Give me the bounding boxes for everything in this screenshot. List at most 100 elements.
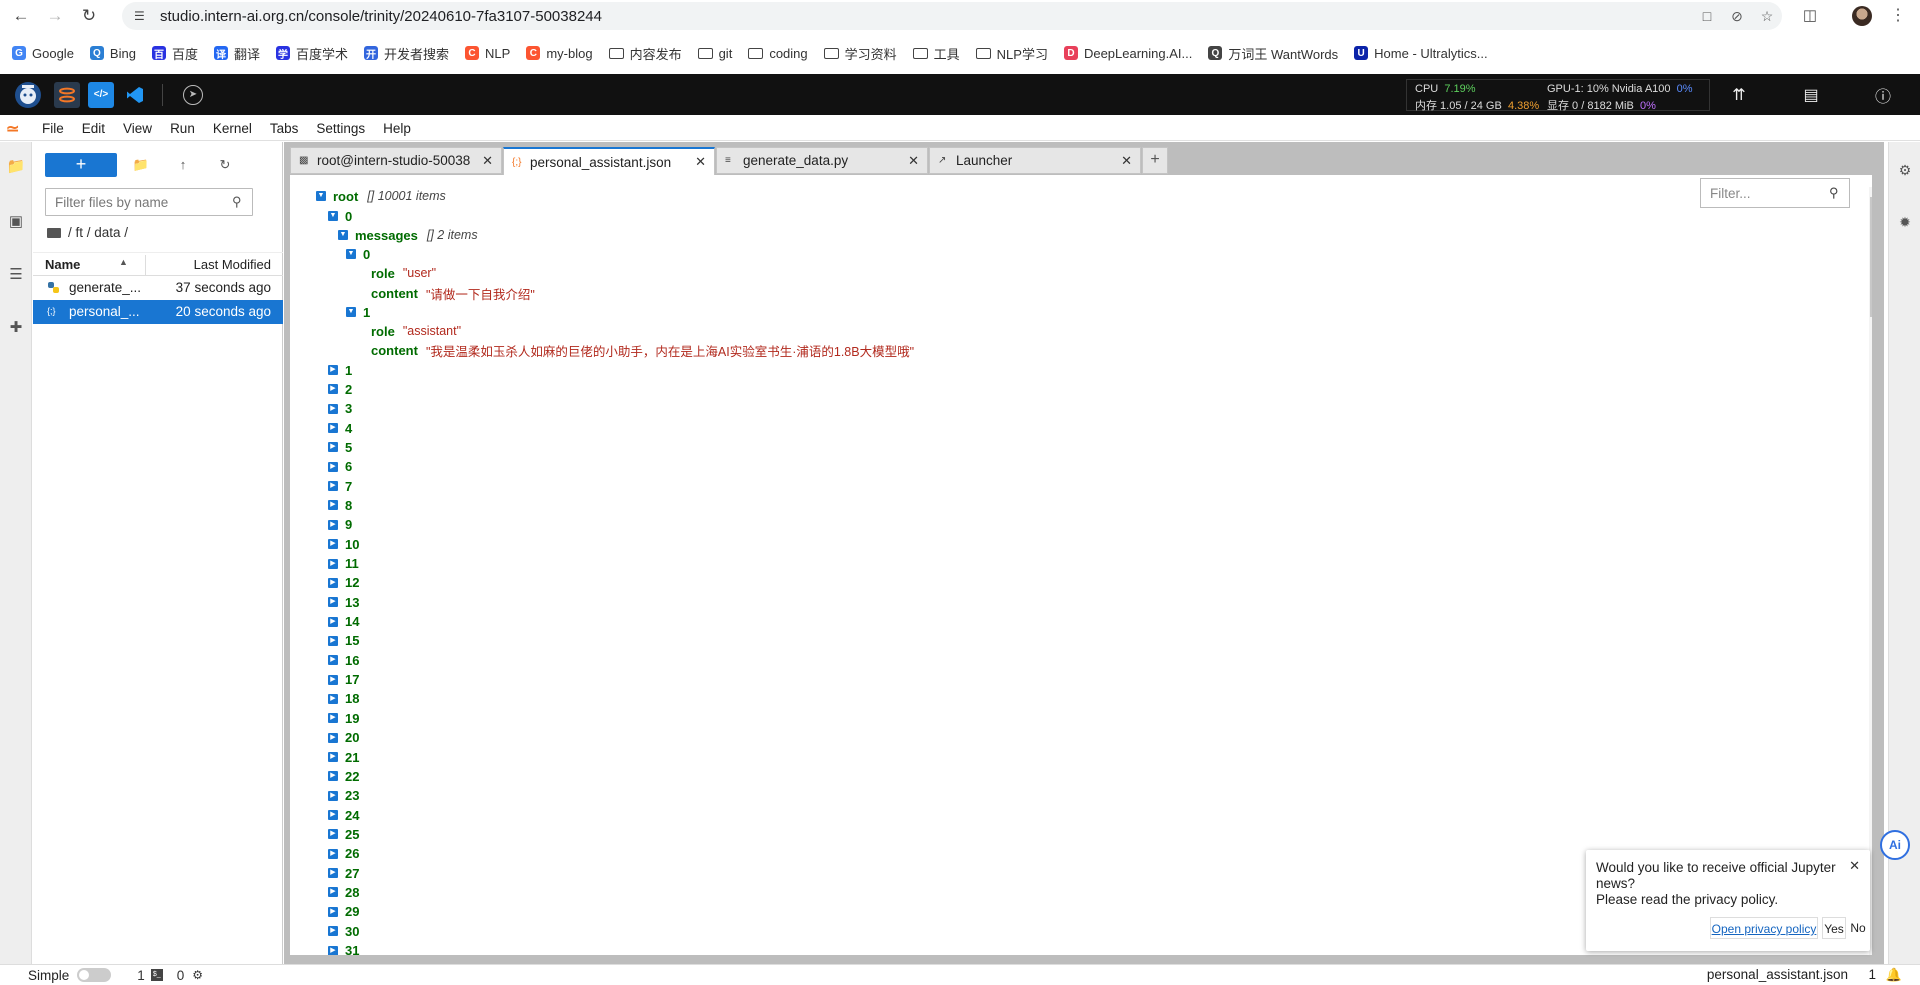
json-node-collapsed-item[interactable]: ▶ 14 bbox=[328, 613, 359, 631]
expand-toggle-icon[interactable]: ▶ bbox=[328, 500, 338, 511]
menu-edit[interactable]: Edit bbox=[82, 121, 105, 136]
json-node-collapsed-item[interactable]: ▶ 16 bbox=[328, 651, 359, 669]
monitor-chart-icon[interactable]: ▤ bbox=[1798, 82, 1824, 108]
expand-toggle-icon[interactable]: ▶ bbox=[328, 519, 338, 530]
expand-toggle-icon[interactable]: ▶ bbox=[328, 848, 338, 859]
file-row-generate[interactable]: generate_... 37 seconds ago bbox=[33, 276, 283, 300]
close-icon[interactable]: ✕ bbox=[1849, 858, 1860, 874]
bookmark-item[interactable]: U Home - Ultralytics... bbox=[1354, 46, 1488, 61]
simple-mode-toggle[interactable] bbox=[77, 968, 112, 982]
expand-toggle-icon[interactable]: ▶ bbox=[328, 752, 338, 762]
intern-studio-logo[interactable] bbox=[10, 78, 46, 112]
code-editor-app-icon[interactable]: </> bbox=[88, 81, 114, 108]
expand-toggle-icon[interactable]: ▶ bbox=[328, 655, 338, 666]
menu-kernel[interactable]: Kernel bbox=[213, 121, 252, 136]
expand-toggle-icon[interactable]: ▼ bbox=[346, 307, 356, 317]
close-icon[interactable]: ✕ bbox=[1121, 153, 1132, 169]
menu-run[interactable]: Run bbox=[170, 121, 195, 136]
bookmark-item[interactable]: 译翻译 bbox=[213, 44, 260, 63]
json-node-collapsed-item[interactable]: ▶ 22 bbox=[328, 767, 359, 785]
close-icon[interactable]: ✕ bbox=[695, 154, 706, 170]
expand-toggle-icon[interactable]: ▶ bbox=[328, 926, 338, 937]
bookmark-item[interactable]: coding bbox=[748, 46, 808, 61]
expand-toggle-icon[interactable]: ▶ bbox=[328, 423, 338, 434]
expand-toggle-icon[interactable]: ▶ bbox=[328, 403, 338, 414]
expand-toggle-icon[interactable]: ▶ bbox=[328, 597, 338, 608]
expand-toggle-icon[interactable]: ▶ bbox=[328, 674, 338, 685]
expand-toggle-icon[interactable]: ▼ bbox=[316, 191, 326, 201]
json-node-root[interactable]: ▼ root [] 10001 items bbox=[316, 187, 446, 205]
browser-menu-icon[interactable]: ⋮ bbox=[1888, 4, 1908, 28]
file-row-personal-selected[interactable]: {;} personal_... 20 seconds ago bbox=[33, 300, 283, 324]
tab-terminal[interactable]: ▩ root@intern-studio-50038 ✕ bbox=[290, 147, 502, 174]
json-node-collapsed-item[interactable]: ▶ 9 bbox=[328, 516, 352, 534]
expand-toggle-icon[interactable]: ▶ bbox=[328, 713, 338, 724]
json-node-messages[interactable]: ▼ messages [] 2 items bbox=[338, 226, 478, 244]
menu-file[interactable]: File bbox=[42, 121, 64, 136]
scrollbar-thumb[interactable] bbox=[1870, 197, 1872, 317]
jupyter-app-icon[interactable] bbox=[54, 81, 80, 108]
bookmark-item[interactable]: Q Bing bbox=[89, 46, 136, 61]
no-button[interactable]: No bbox=[1848, 917, 1868, 939]
refresh-icon[interactable]: ↻ bbox=[214, 154, 236, 176]
close-icon[interactable]: ✕ bbox=[482, 153, 493, 169]
json-node-collapsed-item[interactable]: ▶ 12 bbox=[328, 574, 359, 592]
property-inspector-gear-icon[interactable]: ⚙ bbox=[1895, 160, 1915, 180]
eye-slash-icon[interactable]: ⊘ bbox=[1722, 8, 1752, 25]
json-filter-input[interactable]: Filter... ⚲ bbox=[1700, 178, 1850, 208]
json-node-collapsed-item[interactable]: ▶ 27 bbox=[328, 864, 359, 882]
compass-icon[interactable]: ➤ bbox=[183, 84, 203, 105]
json-node-collapsed-item[interactable]: ▶ 26 bbox=[328, 845, 359, 863]
expand-toggle-icon[interactable]: ▶ bbox=[328, 616, 338, 627]
expand-toggle-icon[interactable]: ▶ bbox=[328, 365, 338, 375]
json-node-collapsed-item[interactable]: ▶ 19 bbox=[328, 709, 359, 727]
expand-toggle-icon[interactable]: ▶ bbox=[328, 693, 338, 704]
bookmark-item[interactable]: git bbox=[697, 46, 732, 61]
open-privacy-policy-button[interactable]: Open privacy policy bbox=[1710, 917, 1818, 939]
bookmark-item[interactable]: Cmy-blog bbox=[526, 46, 593, 61]
bookmark-item[interactable]: 内容发布 bbox=[608, 44, 682, 63]
menu-tabs[interactable]: Tabs bbox=[270, 121, 299, 136]
expand-toggle-icon[interactable]: ▼ bbox=[338, 230, 348, 240]
tab-launcher[interactable]: ↗ Launcher ✕ bbox=[929, 147, 1141, 174]
info-icon[interactable]: ⓘ bbox=[1870, 82, 1896, 108]
expand-toggle-icon[interactable]: ▶ bbox=[328, 577, 338, 588]
running-kernels-stop-icon[interactable]: ▣ bbox=[6, 211, 26, 231]
json-node-item-0[interactable]: ▼ 0 bbox=[328, 207, 352, 225]
bookmark-item[interactable]: 开开发者搜索 bbox=[364, 44, 449, 63]
vscode-app-icon[interactable] bbox=[122, 82, 148, 108]
clipboard-icon[interactable]: □ bbox=[1692, 8, 1722, 24]
json-node-collapsed-item[interactable]: ▶ 15 bbox=[328, 632, 359, 650]
json-node-collapsed-item[interactable]: ▶ 24 bbox=[328, 806, 359, 824]
kernels-count[interactable]: 0 ⚙ bbox=[177, 968, 203, 983]
json-node-collapsed-item[interactable]: ▶ 11 bbox=[328, 555, 359, 573]
json-scrollbar[interactable] bbox=[1869, 187, 1872, 955]
reload-icon[interactable]: ↻ bbox=[76, 3, 102, 29]
ai-assistant-button[interactable]: Ai bbox=[1880, 830, 1910, 860]
site-settings-icon[interactable]: ☰ bbox=[134, 9, 150, 23]
bookmark-item[interactable]: 工具 bbox=[912, 44, 960, 63]
json-node-collapsed-item[interactable]: ▶ 1 bbox=[328, 361, 352, 379]
menu-settings[interactable]: Settings bbox=[316, 121, 365, 136]
json-node-collapsed-item[interactable]: ▶ 21 bbox=[328, 748, 359, 766]
expand-toggle-icon[interactable]: ▶ bbox=[328, 810, 338, 821]
upload-arrow-icon[interactable]: ⇈ bbox=[1726, 82, 1752, 108]
expand-toggle-icon[interactable]: ▶ bbox=[328, 945, 338, 955]
expand-toggle-icon[interactable]: ▶ bbox=[328, 868, 338, 879]
json-node-collapsed-item[interactable]: ▶ 17 bbox=[328, 671, 359, 689]
column-divider[interactable] bbox=[145, 255, 146, 275]
json-node-collapsed-item[interactable]: ▶ 28 bbox=[328, 883, 359, 901]
star-icon[interactable]: ☆ bbox=[1752, 8, 1782, 25]
json-node-collapsed-item[interactable]: ▶ 8 bbox=[328, 496, 352, 514]
file-browser-folder-icon[interactable]: 📁 bbox=[6, 156, 26, 176]
json-node-collapsed-item[interactable]: ▶ 25 bbox=[328, 825, 359, 843]
close-icon[interactable]: ✕ bbox=[908, 153, 919, 169]
bookmark-item[interactable]: 百百度 bbox=[151, 44, 198, 63]
expand-toggle-icon[interactable]: ▶ bbox=[328, 790, 338, 801]
json-node-collapsed-item[interactable]: ▶ 6 bbox=[328, 458, 352, 476]
menu-help[interactable]: Help bbox=[383, 121, 411, 136]
bookmark-item[interactable]: 学百度学术 bbox=[275, 44, 348, 63]
expand-toggle-icon[interactable]: ▶ bbox=[328, 635, 338, 646]
extensions-icon[interactable]: ◫ bbox=[1798, 4, 1822, 28]
expand-toggle-icon[interactable]: ▶ bbox=[328, 384, 338, 395]
